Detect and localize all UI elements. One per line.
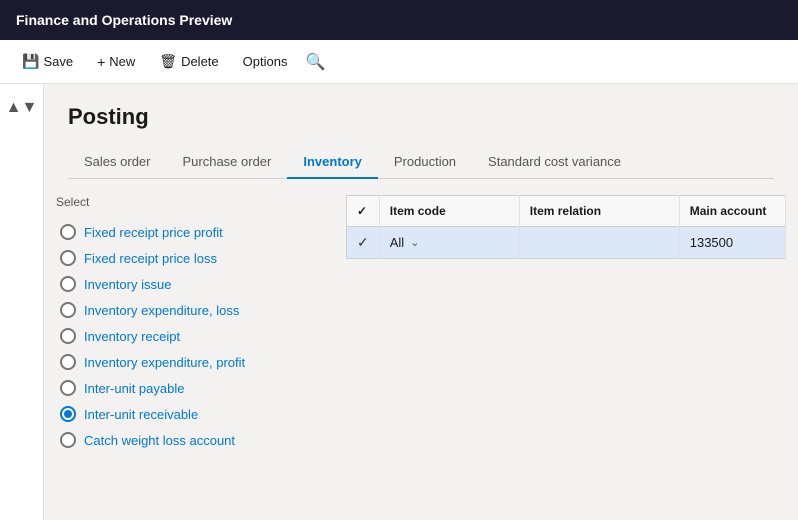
item-code-dropdown-icon[interactable]: ⌄ [410, 236, 419, 249]
new-button[interactable]: + New [87, 48, 145, 76]
delete-icon: 🗑 [159, 53, 177, 70]
content-area: Posting Sales order Purchase order Inven… [44, 84, 798, 520]
table-panel: ✓ Item code Item relation Main account ✓ [334, 195, 798, 515]
main-content: ▲▼ Posting Sales order Purchase order In… [0, 84, 798, 520]
delete-label: Delete [181, 54, 219, 69]
new-label: New [109, 54, 135, 69]
save-button[interactable]: 💾 Save [12, 47, 83, 76]
list-item-inter-unit-receivable[interactable]: Inter-unit receivable [56, 401, 322, 427]
tabs-container: Sales order Purchase order Inventory Pro… [68, 146, 774, 179]
radio-inventory-expenditure-loss[interactable] [60, 302, 76, 318]
table-header-row: ✓ Item code Item relation Main account [347, 196, 786, 227]
row-check-icon: ✓ [357, 234, 369, 250]
select-label: Select [56, 195, 322, 209]
search-button[interactable]: 🔍 [301, 48, 329, 76]
col-header-main-account[interactable]: Main account [679, 196, 785, 227]
list-item-inventory-receipt[interactable]: Inventory receipt [56, 323, 322, 349]
table-row[interactable]: ✓ All ⌄ 133500 [347, 227, 786, 259]
list-item-label-inventory-issue: Inventory issue [84, 277, 171, 292]
content-body: Select Fixed receipt price profit Fixed … [44, 179, 798, 515]
new-icon: + [97, 54, 105, 70]
list-item-inventory-expenditure-profit[interactable]: Inventory expenditure, profit [56, 349, 322, 375]
page-header: Posting Sales order Purchase order Inven… [44, 84, 798, 179]
list-item-label-inventory-receipt: Inventory receipt [84, 329, 180, 344]
col-header-item-relation[interactable]: Item relation [519, 196, 679, 227]
list-panel: Select Fixed receipt price profit Fixed … [44, 195, 334, 515]
radio-inventory-expenditure-profit[interactable] [60, 354, 76, 370]
list-item-inter-unit-payable[interactable]: Inter-unit payable [56, 375, 322, 401]
radio-fixed-receipt-loss[interactable] [60, 250, 76, 266]
toolbar: 💾 Save + New 🗑 Delete Options 🔍 [0, 40, 798, 84]
row-check-cell: ✓ [347, 227, 380, 259]
list-item-label-inter-unit-receivable: Inter-unit receivable [84, 407, 198, 422]
search-icon: 🔍 [305, 52, 325, 72]
options-label: Options [243, 54, 288, 69]
save-icon: 💾 [22, 53, 39, 70]
posting-table: ✓ Item code Item relation Main account ✓ [346, 195, 786, 259]
row-item-code-cell[interactable]: All ⌄ [379, 227, 519, 259]
list-item-fixed-receipt-profit[interactable]: Fixed receipt price profit [56, 219, 322, 245]
list-item-inventory-expenditure-loss[interactable]: Inventory expenditure, loss [56, 297, 322, 323]
radio-inter-unit-receivable[interactable] [60, 406, 76, 422]
list-item-label-fixed-receipt-loss: Fixed receipt price loss [84, 251, 217, 266]
check-header-icon: ✓ [357, 204, 367, 218]
row-main-account-cell[interactable]: 133500 [679, 227, 785, 259]
col-header-check: ✓ [347, 196, 380, 227]
tab-purchase-order[interactable]: Purchase order [166, 146, 287, 179]
row-item-relation-cell[interactable] [519, 227, 679, 259]
tab-sales-order[interactable]: Sales order [68, 146, 166, 179]
tab-inventory[interactable]: Inventory [287, 146, 378, 179]
page-title: Posting [68, 104, 774, 130]
save-label: Save [43, 54, 73, 69]
list-item-fixed-receipt-loss[interactable]: Fixed receipt price loss [56, 245, 322, 271]
radio-inner-inter-unit-receivable [64, 410, 72, 418]
app-title-bar: Finance and Operations Preview [0, 0, 798, 40]
app-title: Finance and Operations Preview [16, 12, 232, 28]
radio-inter-unit-payable[interactable] [60, 380, 76, 396]
filter-icon[interactable]: ▲▼ [8, 94, 36, 122]
item-code-with-dropdown: All ⌄ [390, 235, 509, 250]
radio-inventory-issue[interactable] [60, 276, 76, 292]
radio-inventory-receipt[interactable] [60, 328, 76, 344]
options-button[interactable]: Options [233, 48, 298, 75]
tab-standard-cost[interactable]: Standard cost variance [472, 146, 637, 179]
tab-production[interactable]: Production [378, 146, 472, 179]
col-header-item-code[interactable]: Item code [379, 196, 519, 227]
delete-button[interactable]: 🗑 Delete [149, 47, 228, 76]
list-item-catch-weight-loss[interactable]: Catch weight loss account [56, 427, 322, 453]
list-item-label-inventory-expenditure-profit: Inventory expenditure, profit [84, 355, 245, 370]
radio-fixed-receipt-profit[interactable] [60, 224, 76, 240]
list-item-label-inventory-expenditure-loss: Inventory expenditure, loss [84, 303, 239, 318]
list-item-label-fixed-receipt-profit: Fixed receipt price profit [84, 225, 223, 240]
radio-catch-weight-loss[interactable] [60, 432, 76, 448]
list-item-inventory-issue[interactable]: Inventory issue [56, 271, 322, 297]
list-item-label-inter-unit-payable: Inter-unit payable [84, 381, 184, 396]
sidebar: ▲▼ [0, 84, 44, 520]
item-code-value: All [390, 235, 404, 250]
list-item-label-catch-weight-loss: Catch weight loss account [84, 433, 235, 448]
